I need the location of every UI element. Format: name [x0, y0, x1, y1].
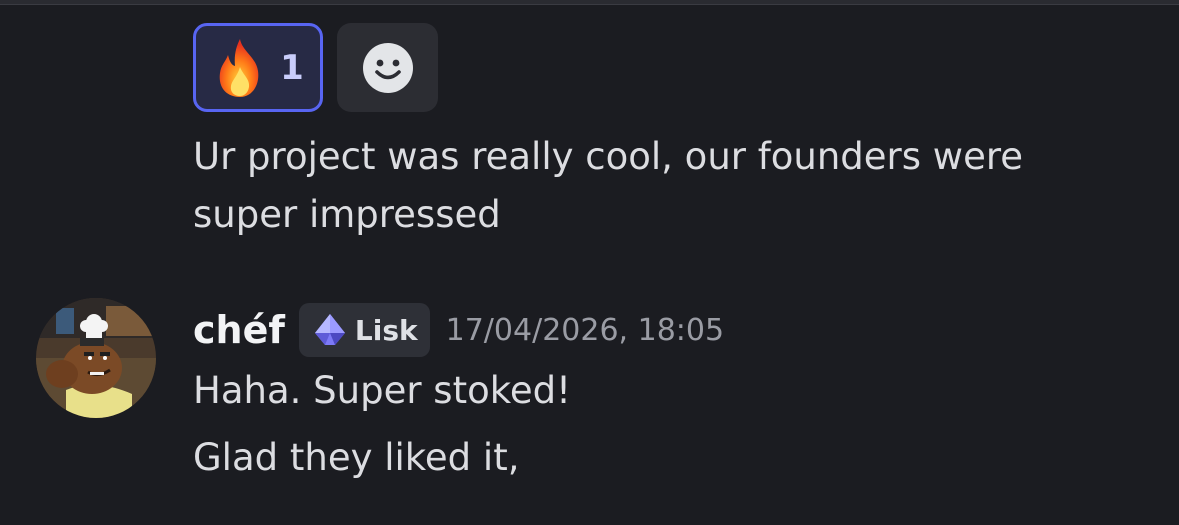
username[interactable]: chéf — [193, 308, 285, 352]
chef-avatar-image — [36, 298, 156, 418]
message-header: chéf Lisk 17/04/2026, 18:05 — [193, 303, 724, 357]
top-divider — [0, 0, 1179, 5]
reactions-bar: 1 — [193, 23, 438, 112]
add-reaction-button[interactable] — [337, 23, 438, 112]
reaction-fire-button[interactable]: 1 — [193, 23, 323, 112]
fire-icon — [219, 38, 259, 97]
previous-message-line: Ur project was really cool, our founders… — [193, 135, 1023, 178]
message-line: Haha. Super stoked! — [193, 369, 571, 412]
server-tag-label: Lisk — [354, 313, 418, 347]
server-tag[interactable]: Lisk — [298, 303, 430, 357]
timestamp[interactable]: 17/04/2026, 18:05 — [446, 313, 724, 348]
message-line: Glad they liked it, — [193, 436, 520, 479]
previous-message-line: super impressed — [193, 193, 501, 236]
avatar[interactable] — [36, 298, 156, 418]
smiley-add-reaction-icon — [362, 42, 413, 93]
lisk-gem-icon — [314, 314, 345, 345]
reaction-count: 1 — [280, 47, 304, 88]
